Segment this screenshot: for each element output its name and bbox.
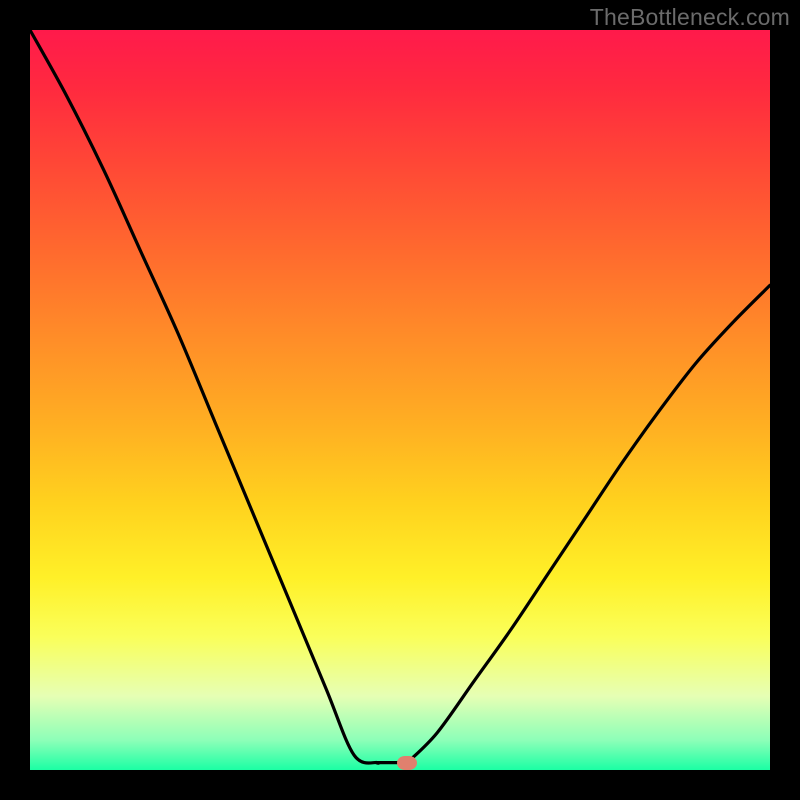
curve-svg xyxy=(30,30,770,770)
plot-area xyxy=(30,30,770,770)
min-marker xyxy=(397,756,417,770)
watermark-text: TheBottleneck.com xyxy=(590,4,790,31)
chart-frame: TheBottleneck.com xyxy=(0,0,800,800)
bottleneck-curve xyxy=(30,30,770,765)
